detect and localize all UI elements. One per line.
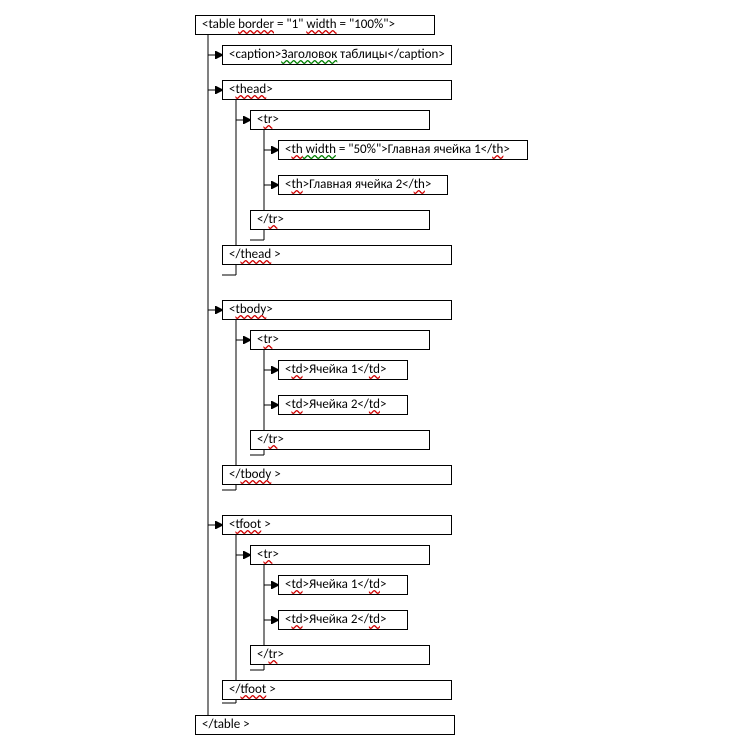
node-tfoot-td-2: <td>Ячейка 2</td> [278, 610, 408, 630]
node-tbody-tr-close: </tr> [250, 430, 430, 450]
node-tbody-close: </tbody > [222, 465, 452, 485]
node-tbody-td-1: <td>Ячейка 1</td> [278, 360, 408, 380]
node-caption: <caption>Заголовок таблицы</caption> [222, 45, 452, 65]
node-thead-close: </thead > [222, 245, 452, 265]
node-tfoot-close: </tfoot > [222, 680, 452, 700]
node-th-1: <th width = "50%">Главная ячейка 1</th> [278, 140, 528, 160]
node-th-2: <th>Главная ячейка 2</th> [278, 175, 448, 195]
node-tfoot-tr-open: <tr> [250, 545, 430, 565]
node-tfoot-tr-close: </tr> [250, 645, 430, 665]
node-tfoot-td-1: <td>Ячейка 1</td> [278, 575, 408, 595]
node-thead-tr-open: <tr> [250, 110, 430, 130]
node-tbody-td-2: <td>Ячейка 2</td> [278, 395, 408, 415]
node-tbody-tr-open: <tr> [250, 330, 430, 350]
node-thead-open: <thead> [222, 80, 452, 100]
node-tbody-open: <tbody> [222, 300, 452, 320]
node-table-close: </table > [195, 715, 455, 735]
node-tfoot-open: <tfoot > [222, 515, 452, 535]
node-table-open: <table border = "1" width = "100%"> [195, 15, 435, 35]
node-thead-tr-close: </tr> [250, 210, 430, 230]
